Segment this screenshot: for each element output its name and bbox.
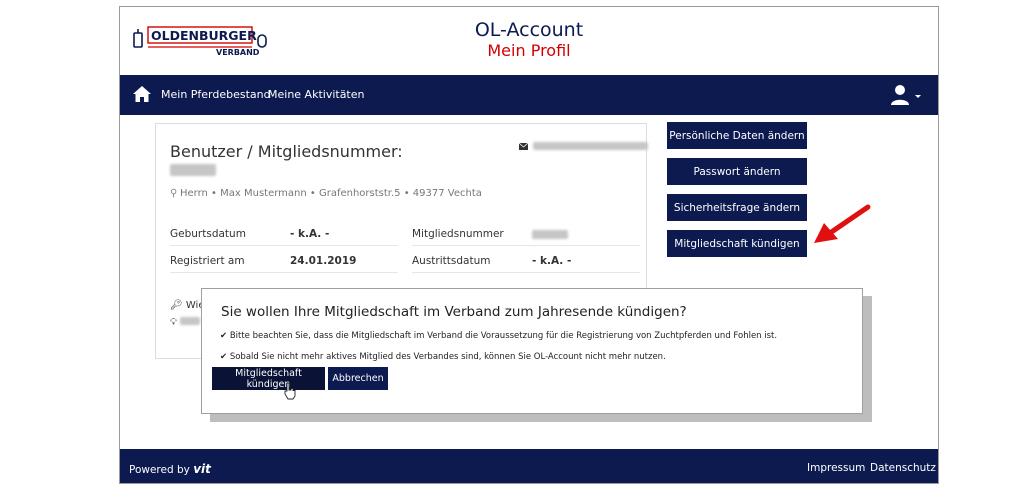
- key-icon: 🔑︎: [170, 300, 183, 311]
- value-mitgliedsnummer-redacted: [532, 230, 568, 239]
- nav-link-pferdebestand[interactable]: Mein Pferdebestand: [161, 88, 271, 101]
- powered-by-text: Powered by vit: [129, 462, 211, 476]
- security-question-row: 🔑︎ Wie: [170, 300, 205, 311]
- footer-link-datenschutz[interactable]: Datenschutz: [870, 462, 936, 474]
- label-mitgliedsnummer: Mitgliedsnummer: [412, 228, 504, 240]
- page-subtitle: Mein Profil: [487, 41, 571, 60]
- app-frame: OLDENBURGER VERBAND OL-Account Mein Prof…: [119, 6, 939, 484]
- checkmark-icon: ✔: [220, 352, 228, 362]
- row-divider: [170, 272, 398, 273]
- label-registriert: Registriert am: [170, 255, 245, 267]
- abort-button[interactable]: Abbrechen: [328, 367, 388, 390]
- value-registriert: 24.01.2019: [290, 255, 357, 267]
- caret-down-icon: [915, 95, 921, 98]
- main-navbar: Mein Pferdebestand Meine Aktivitäten: [120, 75, 938, 115]
- nav-link-aktivitaeten[interactable]: Meine Aktivitäten: [268, 88, 365, 101]
- email-row: [519, 140, 648, 152]
- cancel-membership-button[interactable]: Mitgliedschaft kündigen: [667, 230, 807, 257]
- label-austrittsdatum: Austrittsdatum: [412, 255, 491, 267]
- home-icon[interactable]: [132, 84, 152, 104]
- dialog-note-1: ✔ Bitte beachten Sie, dass die Mitglieds…: [220, 331, 778, 341]
- lightbulb-icon: 💡︎: [170, 317, 177, 328]
- app-title: OL-Account: [474, 19, 584, 41]
- vit-logo[interactable]: vit: [193, 462, 211, 476]
- value-austrittsdatum: - k.A. -: [532, 255, 572, 267]
- security-answer-redacted: [180, 317, 201, 325]
- security-answer-row: 💡︎: [170, 317, 201, 328]
- edit-personal-data-button[interactable]: Persönliche Daten ändern: [667, 122, 807, 149]
- user-menu-dropdown[interactable]: [890, 83, 924, 107]
- confirm-cancel-membership-button[interactable]: Mitgliedschaft kündigen: [212, 367, 325, 390]
- row-divider: [170, 245, 398, 246]
- change-security-question-button[interactable]: Sicherheitsfrage ändern: [667, 194, 807, 221]
- dialog-title: Sie wollen Ihre Mitgliedschaft im Verban…: [221, 304, 687, 320]
- hand-cursor-icon: [284, 382, 296, 400]
- value-geburtsdatum: - k.A. -: [290, 228, 330, 240]
- footer-link-impressum[interactable]: Impressum: [807, 462, 865, 474]
- location-pin-icon: ⚲: [170, 188, 178, 199]
- label-geburtsdatum: Geburtsdatum: [170, 228, 246, 240]
- red-arrow-annotation: [814, 204, 871, 243]
- envelope-icon: [519, 142, 528, 150]
- footer: Powered by vit Impressum Datenschutz: [120, 449, 938, 483]
- member-number-redacted: [170, 164, 216, 176]
- row-divider: [412, 272, 640, 273]
- change-password-button[interactable]: Passwort ändern: [667, 158, 807, 185]
- profile-address: Herrn • Max Mustermann • Grafenhorststr.…: [180, 188, 482, 199]
- checkmark-icon: ✔: [220, 331, 228, 341]
- dialog-note-2: ✔ Sobald Sie nicht mehr aktives Mitglied…: [220, 352, 666, 362]
- email-redacted: [533, 142, 648, 150]
- row-divider: [412, 245, 640, 246]
- profile-title: Benutzer / Mitgliedsnummer:: [170, 142, 403, 161]
- user-icon: [891, 85, 909, 105]
- cancel-membership-dialog: Sie wollen Ihre Mitgliedschaft im Verban…: [201, 288, 863, 414]
